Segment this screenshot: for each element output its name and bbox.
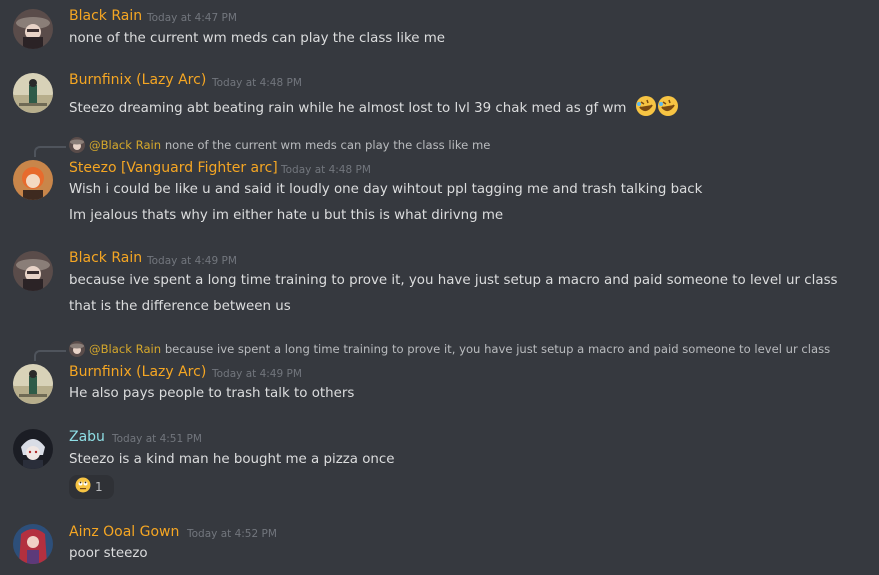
- message-timestamp: Today at 4:49 PM: [147, 255, 237, 267]
- reply-text: because ive spent a long time training t…: [164, 342, 831, 356]
- avatar-black-rain[interactable]: [13, 251, 53, 291]
- avatar-zabu[interactable]: [13, 429, 53, 469]
- message-timestamp: Today at 4:49 PM: [212, 368, 302, 380]
- message-text-content: Steezo dreaming abt beating rain while h…: [69, 101, 627, 116]
- message-timestamp: Today at 4:52 PM: [187, 528, 277, 540]
- message-text: Steezo dreaming abt beating rain while h…: [69, 95, 679, 121]
- message-text: that is the difference between us: [69, 299, 291, 314]
- message-text: He also pays people to trash talk to oth…: [69, 386, 355, 401]
- reply-spine: [34, 350, 66, 361]
- reaction-rolling-eyes[interactable]: 1: [69, 475, 114, 499]
- message-timestamp: Today at 4:48 PM: [281, 164, 371, 176]
- message-text: poor steezo: [69, 546, 148, 561]
- avatar-steezo[interactable]: [13, 160, 53, 200]
- author-name[interactable]: Black Rain: [69, 8, 142, 24]
- reply-spine: [34, 146, 66, 157]
- author-name[interactable]: Burnfinix (Lazy Arc): [69, 364, 206, 380]
- avatar-ainz-ooal-gown[interactable]: [13, 524, 53, 564]
- message-text: because ive spent a long time training t…: [69, 273, 838, 288]
- reply-avatar: [69, 341, 85, 357]
- message-text: Wish i could be like u and said it loudl…: [69, 182, 703, 197]
- avatar-burnfinix[interactable]: [13, 364, 53, 404]
- reply-preview[interactable]: @Black Rain none of the current wm meds …: [69, 137, 490, 153]
- message-timestamp: Today at 4:47 PM: [147, 12, 237, 24]
- reply-author[interactable]: @Black Rain: [89, 342, 161, 356]
- author-name[interactable]: Steezo [Vanguard Fighter arc]: [69, 160, 278, 176]
- author-name[interactable]: Zabu: [69, 429, 105, 445]
- author-name[interactable]: Ainz Ooal Gown: [69, 524, 179, 540]
- reply-preview[interactable]: @Black Rain because ive spent a long tim…: [69, 341, 830, 357]
- rofl-emoji[interactable]: [657, 95, 679, 121]
- author-name[interactable]: Black Rain: [69, 250, 142, 266]
- avatar-black-rain[interactable]: [13, 9, 53, 49]
- message-timestamp: Today at 4:48 PM: [212, 77, 302, 89]
- reply-author[interactable]: @Black Rain: [89, 138, 161, 152]
- rofl-emoji[interactable]: [635, 95, 657, 121]
- message-timestamp: Today at 4:51 PM: [112, 433, 202, 445]
- author-name[interactable]: Burnfinix (Lazy Arc): [69, 72, 206, 88]
- reply-avatar: [69, 137, 85, 153]
- message-text: none of the current wm meds can play the…: [69, 31, 446, 46]
- reply-text: none of the current wm meds can play the…: [164, 138, 491, 152]
- message-text: Im jealous thats why im either hate u bu…: [69, 208, 504, 223]
- avatar-burnfinix[interactable]: [13, 73, 53, 113]
- reaction-count: 1: [95, 480, 103, 494]
- rolling-eyes-emoji: [75, 477, 91, 497]
- message-text: Steezo is a kind man he bought me a pizz…: [69, 452, 395, 467]
